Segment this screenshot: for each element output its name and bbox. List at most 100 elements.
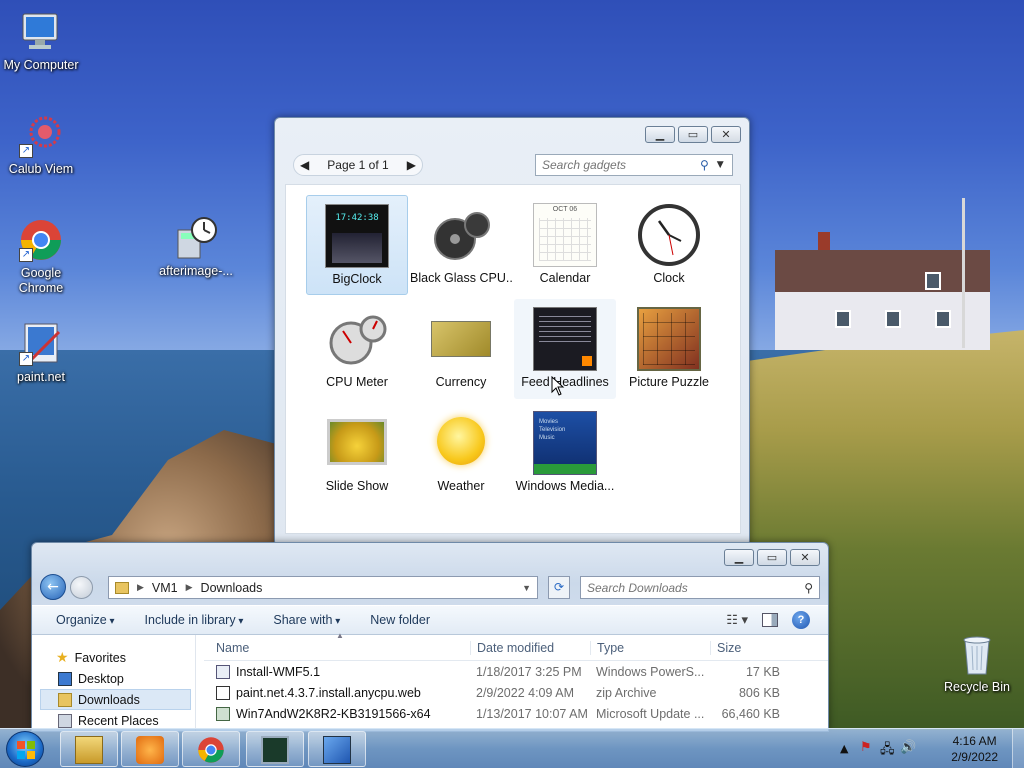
gadget-calendar[interactable]: OCT 06 Calendar (514, 195, 616, 295)
chevron-right-icon[interactable]: ▶ (137, 582, 144, 593)
action-center-flag-icon[interactable]: ⚑ (860, 740, 872, 755)
chevron-down-icon[interactable]: ▼ (717, 160, 724, 170)
desktop-icon-afterimage[interactable]: afterimage-... (154, 216, 238, 279)
file-row[interactable]: Install-WMF5.1 1/18/2017 3:25 PM Windows… (204, 661, 828, 682)
refresh-button[interactable]: ⟳ (548, 576, 570, 599)
file-size: 806 KB (738, 685, 780, 700)
nav-downloads[interactable]: Downloads (40, 689, 191, 710)
nav-desktop[interactable]: Desktop (32, 668, 195, 689)
search-gadgets-box: ⚲ ▼ (535, 154, 733, 176)
gadget-black-glass-cpu[interactable]: Black Glass CPU... (410, 195, 512, 295)
gadget-clock[interactable]: Clock (618, 195, 720, 295)
next-page-icon[interactable]: ▶ (407, 158, 416, 172)
taskbar-chrome[interactable] (182, 731, 240, 767)
gadget-picture-puzzle[interactable]: Picture Puzzle (618, 299, 720, 399)
house-window (925, 272, 941, 290)
address-segment[interactable]: VM1 (152, 581, 178, 595)
include-in-library-button[interactable]: Include in library (145, 613, 244, 627)
clock-time: 4:16 AM (952, 734, 997, 748)
gadget-label: Slide Show (325, 479, 389, 493)
close-icon: ✕ (800, 551, 810, 564)
minimize-button[interactable]: ▁ (724, 549, 754, 566)
desktop-icon-calub-viem[interactable]: ↗ Calub Viem (0, 114, 82, 177)
view-options-icon[interactable]: ☷ ▾ (726, 612, 748, 628)
search-gadgets-input[interactable] (542, 158, 692, 172)
restore-button[interactable]: ▭ (757, 549, 787, 566)
explorer-window[interactable]: ▁ ▭ ✕ ← ▶ VM1 ▶ Downloads ▼ ⟳ ⚲ Organize… (31, 542, 829, 732)
network-icon[interactable]: 🖧 (880, 740, 895, 762)
taskbar-gadgets[interactable] (308, 731, 366, 767)
taskbar-task-manager[interactable] (246, 731, 304, 767)
analog-clock-icon (637, 203, 701, 267)
show-hidden-icons-icon[interactable]: ▲ (840, 742, 848, 755)
show-desktop-button[interactable] (1012, 729, 1024, 768)
organize-button[interactable]: Organize (56, 613, 115, 627)
nav-favorites[interactable]: ★ Favorites (32, 647, 195, 668)
gadget-windows-media[interactable]: Movies Television Music Windows Media... (514, 403, 616, 503)
chrome-icon (198, 737, 224, 763)
calendar-month: OCT 06 (552, 206, 578, 213)
search-icon[interactable]: ⚲ (700, 158, 709, 172)
address-bar[interactable]: ▶ VM1 ▶ Downloads ▼ (108, 576, 538, 599)
file-row[interactable]: paint.net.4.3.7.install.anycpu.web 2/9/2… (204, 682, 828, 703)
gadget-bigclock[interactable]: 17:42:38 BigClock (306, 195, 408, 295)
share-with-button[interactable]: Share with (273, 613, 340, 627)
desktop-folder-icon (58, 671, 72, 686)
restore-icon: ▭ (687, 128, 699, 141)
chevron-right-icon[interactable]: ▶ (186, 582, 193, 593)
restore-button[interactable]: ▭ (678, 126, 708, 143)
shortcut-arrow-icon: ↗ (19, 144, 33, 158)
chevron-down-icon[interactable]: ▼ (522, 583, 531, 593)
desktop-icon-recycle-bin[interactable]: Recycle Bin (936, 632, 1018, 695)
gadget-cpu-meter[interactable]: CPU Meter (306, 299, 408, 399)
minimize-button[interactable]: ▁ (645, 126, 675, 143)
desktop-icon-paint-net[interactable]: ↗ paint.net (0, 322, 82, 385)
desktop-wallpaper-flagpole (962, 198, 965, 348)
restore-icon: ▭ (766, 551, 778, 564)
feed-headlines-icon (533, 307, 597, 371)
forward-button[interactable] (70, 576, 93, 599)
column-name[interactable]: Name (204, 641, 470, 655)
close-button[interactable]: ✕ (711, 126, 741, 143)
column-size[interactable]: Size (710, 640, 780, 655)
start-button[interactable] (6, 731, 44, 767)
desktop-icon-my-computer[interactable]: My Computer (0, 10, 82, 73)
file-size: 17 KB (745, 664, 780, 679)
preview-pane-icon[interactable] (762, 613, 778, 627)
address-segment[interactable]: Downloads (201, 581, 263, 595)
gadget-currency[interactable]: Currency (410, 299, 512, 399)
gadgets-window[interactable]: ▁ ▭ ✕ ◀ Page 1 of 1 ▶ ⚲ ▼ 17:42:38 BigCl… (274, 117, 750, 547)
desktop-icon-google-chrome[interactable]: ↗ Google Chrome (0, 218, 82, 296)
file-row[interactable]: Win7AndW2K8R2-KB3191566-x64 1/13/2017 10… (204, 703, 828, 724)
column-type[interactable]: Type (590, 640, 710, 655)
house-window (935, 310, 951, 328)
update-package-icon (216, 706, 230, 721)
gadget-weather[interactable]: Weather (410, 403, 512, 503)
nav-label: Favorites (74, 650, 126, 665)
new-folder-button[interactable]: New folder (370, 613, 430, 627)
paint-net-icon: ↗ (19, 322, 63, 366)
gadget-feed-headlines[interactable]: Feed Headlines (514, 299, 616, 399)
clock-date: 2/9/2022 (951, 750, 998, 764)
volume-icon[interactable]: 🔊 (900, 740, 916, 755)
media-player-icon (136, 736, 164, 764)
search-icon[interactable]: ⚲ (804, 581, 813, 595)
file-date: 1/13/2017 10:07 AM (476, 706, 588, 721)
file-list: Name Date modified Type Size ▲ Install-W… (204, 631, 828, 731)
back-button[interactable]: ← (40, 574, 66, 600)
search-downloads-input[interactable] (587, 580, 805, 595)
clock[interactable]: 4:16 AM 2/9/2022 (951, 733, 998, 765)
taskbar-media-player[interactable] (121, 731, 179, 767)
file-name: paint.net.4.3.7.install.anycpu.web (236, 685, 421, 700)
folder-icon (115, 581, 129, 594)
previous-page-icon[interactable]: ◀ (300, 158, 309, 172)
folder-icon (75, 736, 103, 764)
close-button[interactable]: ✕ (790, 549, 820, 566)
gadget-slide-show[interactable]: Slide Show (306, 403, 408, 503)
file-type: Microsoft Update ... (596, 706, 705, 721)
desktop-wallpaper-house (775, 250, 990, 350)
taskbar-explorer[interactable] (60, 731, 118, 767)
taskbar: ▲ ⚑ 🖧 🔊 4:16 AM 2/9/2022 (0, 728, 1024, 768)
column-date-modified[interactable]: Date modified (470, 640, 590, 655)
help-icon[interactable]: ? (792, 611, 810, 629)
